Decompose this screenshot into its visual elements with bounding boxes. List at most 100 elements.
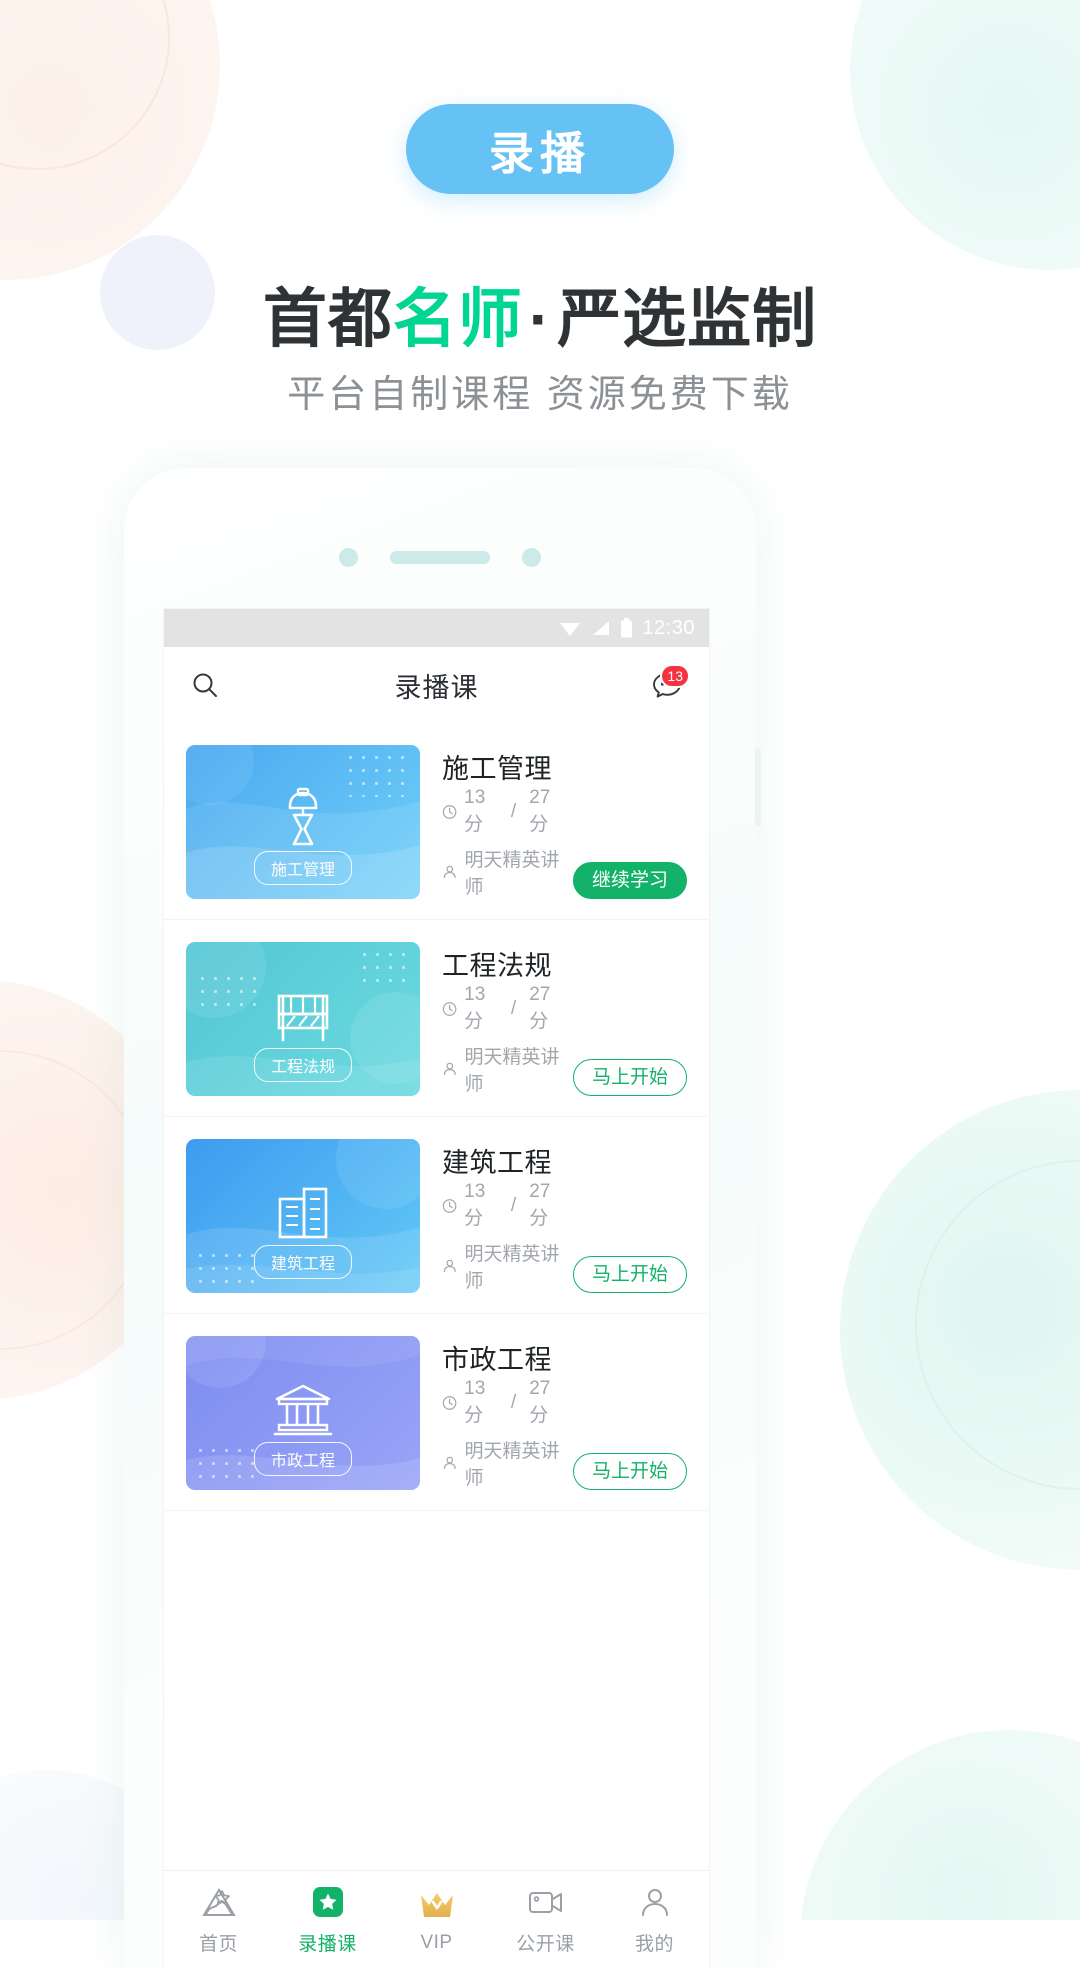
chat-button[interactable]: 13 bbox=[651, 664, 690, 700]
course-action-button[interactable]: 马上开始 bbox=[572, 1059, 687, 1096]
course-card[interactable]: 市政工程 市政工程 13分 / 27分 明天精英讲师 马上开始 bbox=[164, 1314, 709, 1511]
course-action-button[interactable]: 马上开始 bbox=[572, 1453, 687, 1490]
course-duration: 13分 / 27分 bbox=[442, 1378, 563, 1427]
course-duration: 13分 / 27分 bbox=[442, 1181, 563, 1230]
blob-right-ring bbox=[915, 1160, 1080, 1490]
headline-part-1: 首都 bbox=[262, 283, 393, 355]
course-title: 施工管理 bbox=[442, 754, 552, 784]
nav-label-home: 首页 bbox=[198, 1934, 238, 1955]
bottom-navigation: 首页 录播课 VIP 公开课 我的 bbox=[164, 1870, 709, 1968]
clock-icon bbox=[442, 1395, 457, 1410]
course-info: 施工管理 13分 / 27分 明天精英讲师 继续学习 bbox=[442, 745, 687, 899]
course-card[interactable]: 工程法规 工程法规 13分 / 27分 明天精英讲师 马上开始 bbox=[164, 920, 709, 1117]
person-icon bbox=[443, 1062, 456, 1075]
wifi-icon bbox=[560, 623, 581, 636]
course-instructor-name: 明天精英讲师 bbox=[464, 850, 560, 898]
course-title: 工程法规 bbox=[442, 951, 552, 981]
course-meta: 13分 / 27分 明天精英讲师 bbox=[442, 984, 563, 1096]
clock-icon bbox=[442, 1001, 457, 1016]
course-meta: 13分 / 27分 明天精英讲师 bbox=[442, 787, 563, 899]
course-thumbnail-tag: 施工管理 bbox=[253, 851, 353, 885]
person-icon bbox=[443, 865, 456, 878]
thumbnail-dot-pattern bbox=[194, 1444, 256, 1478]
status-bar: 12:30 bbox=[164, 609, 709, 647]
road-barrier-icon bbox=[277, 994, 329, 1042]
promo-badge-container: 录播 bbox=[0, 104, 1080, 194]
nav-label-open-courses: 公开课 bbox=[516, 1934, 575, 1955]
course-card[interactable]: 建筑工程 建筑工程 13分 / 27分 明天精英讲师 马上开始 bbox=[164, 1117, 709, 1314]
course-list: 施工管理 施工管理 13分 / 27分 明天精英讲师 继续学习 工程法规 工程法… bbox=[164, 723, 709, 1511]
course-instructor: 明天精英讲师 bbox=[442, 1042, 563, 1096]
page-title: 录播课 bbox=[394, 672, 479, 703]
clock-icon bbox=[442, 804, 457, 819]
promo-badge-label: 录播 bbox=[488, 127, 591, 179]
headline-highlight: 名师 bbox=[392, 283, 523, 355]
course-thumbnail: 施工管理 bbox=[186, 745, 420, 899]
phone-screen: 12:30 录播课 13 施工管理 施工管理 13分 / 27分 明天精英讲师 … bbox=[164, 609, 709, 1968]
phone-camera-dot bbox=[339, 547, 358, 567]
course-meta-row: 13分 / 27分 明天精英讲师 bbox=[442, 787, 687, 899]
course-thumbnail: 市政工程 bbox=[186, 1336, 420, 1490]
phone-mockup: 12:30 录播课 13 施工管理 施工管理 13分 / 27分 明天精英讲师 … bbox=[124, 468, 761, 1968]
person-icon bbox=[443, 1456, 456, 1469]
course-duration-separator: / bbox=[510, 1194, 517, 1216]
construction-worker-icon bbox=[288, 787, 318, 846]
chat-unread-badge: 13 bbox=[660, 664, 690, 688]
course-title: 市政工程 bbox=[442, 1345, 552, 1375]
home-icon bbox=[200, 1883, 238, 1921]
blob-bottom-right-mint bbox=[800, 1730, 1080, 1920]
course-duration-watched: 13分 bbox=[464, 1181, 486, 1229]
battery-icon bbox=[621, 618, 633, 638]
course-duration: 13分 / 27分 bbox=[442, 984, 563, 1033]
headline-part-2: 严选监制 bbox=[557, 283, 818, 355]
course-duration: 13分 / 27分 bbox=[442, 787, 563, 836]
course-card[interactable]: 施工管理 施工管理 13分 / 27分 明天精英讲师 继续学习 bbox=[164, 723, 709, 920]
phone-side-button bbox=[755, 748, 761, 826]
signal-icon bbox=[593, 621, 610, 635]
thumbnail-dot-pattern bbox=[344, 751, 414, 797]
app-header: 录播课 13 bbox=[164, 647, 709, 723]
promo-headline: 首都名师·严选监制 bbox=[0, 268, 1080, 360]
course-meta: 13分 / 27分 明天精英讲师 bbox=[442, 1378, 563, 1490]
office-buildings-icon bbox=[278, 1187, 328, 1239]
course-info: 建筑工程 13分 / 27分 明天精英讲师 马上开始 bbox=[442, 1139, 687, 1293]
course-instructor-name: 明天精英讲师 bbox=[464, 1244, 560, 1292]
course-duration-total: 27分 bbox=[529, 1181, 551, 1229]
nav-label-vip: VIP bbox=[420, 1931, 453, 1953]
phone-earpiece-row bbox=[124, 546, 756, 568]
classical-building-icon bbox=[273, 1384, 333, 1436]
phone-sensor-dot bbox=[522, 547, 541, 567]
search-button[interactable] bbox=[190, 670, 220, 700]
video-camera-icon bbox=[527, 1883, 565, 1921]
course-meta-row: 13分 / 27分 明天精英讲师 bbox=[442, 1378, 687, 1490]
course-title: 建筑工程 bbox=[442, 1148, 552, 1178]
course-duration-total: 27分 bbox=[529, 787, 551, 835]
course-meta: 13分 / 27分 明天精英讲师 bbox=[442, 1181, 563, 1293]
course-duration-watched: 13分 bbox=[464, 984, 486, 1032]
course-instructor: 明天精英讲师 bbox=[442, 1239, 563, 1293]
course-instructor-name: 明天精英讲师 bbox=[464, 1441, 560, 1489]
nav-label-profile: 我的 bbox=[634, 1934, 674, 1955]
course-info: 工程法规 13分 / 27分 明天精英讲师 马上开始 bbox=[442, 942, 687, 1096]
course-duration-total: 27分 bbox=[529, 984, 551, 1032]
nav-label-recorded-courses: 录播课 bbox=[298, 1934, 357, 1955]
status-bar-time: 12:30 bbox=[642, 616, 695, 639]
course-duration-separator: / bbox=[510, 1391, 517, 1413]
course-instructor: 明天精英讲师 bbox=[442, 1436, 563, 1490]
course-info: 市政工程 13分 / 27分 明天精英讲师 马上开始 bbox=[442, 1336, 687, 1490]
course-meta-row: 13分 / 27分 明天精英讲师 bbox=[442, 1181, 687, 1293]
thumbnail-dot-pattern bbox=[196, 972, 262, 1016]
headline-separator-dot: · bbox=[528, 283, 552, 355]
phone-earpiece-bar bbox=[390, 550, 490, 564]
course-duration-watched: 13分 bbox=[464, 1378, 486, 1426]
course-duration-separator: / bbox=[510, 997, 517, 1019]
course-action-button[interactable]: 继续学习 bbox=[572, 862, 687, 899]
thumbnail-dot-pattern bbox=[194, 1249, 254, 1283]
course-action-button[interactable]: 马上开始 bbox=[572, 1256, 687, 1293]
star-square-icon bbox=[311, 1883, 345, 1921]
course-duration-watched: 13分 bbox=[464, 787, 486, 835]
course-thumbnail-tag: 工程法规 bbox=[253, 1048, 353, 1082]
promo-badge: 录播 bbox=[406, 104, 674, 194]
course-thumbnail: 工程法规 bbox=[186, 942, 420, 1096]
course-meta-row: 13分 / 27分 明天精英讲师 bbox=[442, 984, 687, 1096]
